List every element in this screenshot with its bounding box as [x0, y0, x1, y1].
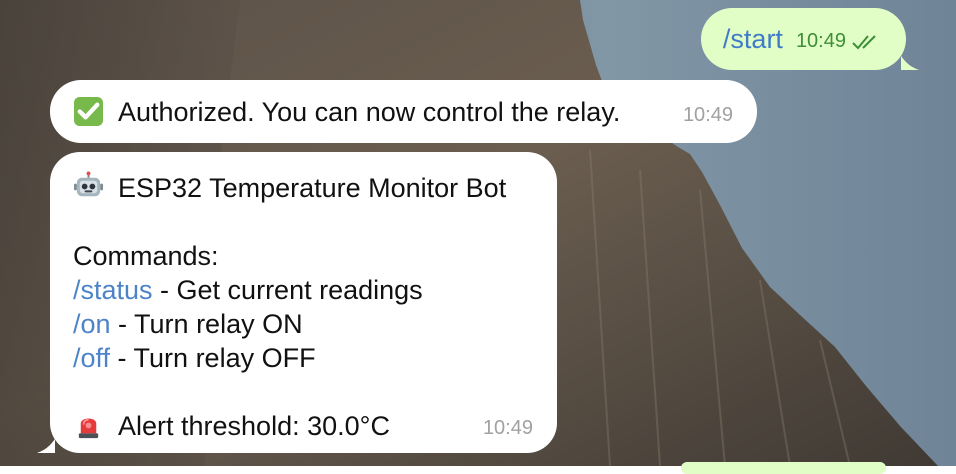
- authorized-message-time: 10:49: [682, 104, 733, 126]
- outgoing-message-text: /start: [722, 23, 783, 54]
- bot-info-message-time: 10:49: [482, 417, 533, 439]
- outgoing-message-time: 10:49: [795, 30, 846, 52]
- command-line-status: /status - Get current readings: [73, 273, 533, 307]
- police-car-light-icon: [78, 418, 99, 439]
- white-heavy-check-mark-icon: [73, 96, 104, 127]
- partially-visible-outgoing-message[interactable]: [681, 462, 886, 474]
- alert-threshold-text: Alert threshold: 30.0°C: [118, 411, 390, 441]
- authorized-message-text: Authorized. You can now control the rela…: [118, 96, 621, 127]
- bot-title-line: ESP32 Temperature Monitor Bot: [73, 171, 533, 205]
- empty-line: [73, 205, 533, 239]
- outgoing-message-start[interactable]: /start 10:49: [700, 8, 919, 70]
- empty-line: [73, 375, 533, 409]
- command-line-on: /on - Turn relay ON: [73, 307, 533, 341]
- commands-heading: Commands:: [73, 241, 219, 271]
- command-line-off: /off - Turn relay OFF: [73, 341, 533, 375]
- bubble-tail: [37, 439, 55, 453]
- on-command-description: - Turn relay ON: [110, 309, 303, 339]
- off-command-description: - Turn relay OFF: [110, 343, 316, 373]
- on-command-link[interactable]: /on: [73, 309, 111, 339]
- incoming-message-bot-info[interactable]: ESP32 Temperature Monitor Bot Commands: …: [37, 152, 557, 453]
- bubble-tail: [901, 56, 919, 70]
- status-command-link[interactable]: /status: [73, 275, 153, 305]
- status-command-description: - Get current readings: [152, 275, 423, 305]
- alert-threshold-line: Alert threshold: 30.0°C: [73, 409, 533, 443]
- bot-title-text: ESP32 Temperature Monitor Bot: [118, 173, 507, 203]
- robot-face-icon: [73, 171, 104, 197]
- incoming-message-authorized[interactable]: Authorized. You can now control the rela…: [50, 80, 757, 143]
- double-check-icon: [852, 34, 876, 49]
- off-command-link[interactable]: /off: [73, 343, 110, 373]
